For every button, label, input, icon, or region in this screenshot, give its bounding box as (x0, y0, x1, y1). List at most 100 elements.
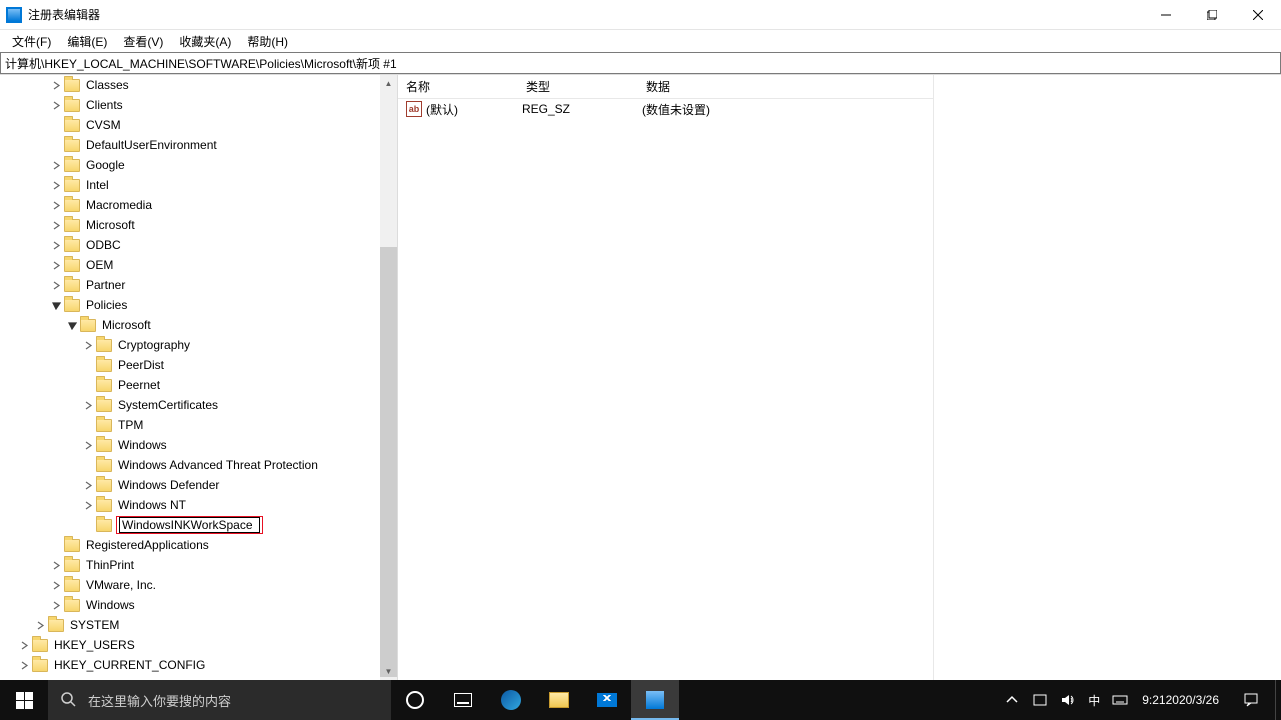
tree-item[interactable]: HKEY_USERS (0, 635, 397, 655)
tree-item-label: TPM (116, 417, 145, 433)
expand-icon[interactable] (80, 337, 96, 353)
clock-time: 9:21 (1142, 694, 1165, 707)
menu-edit[interactable]: 编辑(E) (59, 31, 115, 52)
expand-icon[interactable] (48, 217, 64, 233)
expand-icon[interactable] (48, 97, 64, 113)
expand-icon[interactable] (80, 497, 96, 513)
tree-item-label: Clients (84, 97, 125, 113)
tree-item[interactable]: Windows Defender (0, 475, 397, 495)
expand-icon[interactable] (48, 197, 64, 213)
tree-item[interactable]: PeerDist (0, 355, 397, 375)
collapse-icon[interactable] (64, 317, 80, 333)
menu-view[interactable]: 查看(V) (115, 31, 171, 52)
ime-indicator[interactable]: 中 (1082, 680, 1106, 720)
expand-icon[interactable] (80, 437, 96, 453)
tree-item[interactable]: DefaultUserEnvironment (0, 135, 397, 155)
keyboard-icon[interactable] (1106, 680, 1134, 720)
task-view-button[interactable] (439, 680, 487, 720)
mail-button[interactable] (583, 680, 631, 720)
tree-item-label: Windows Advanced Threat Protection (116, 457, 320, 473)
expand-icon[interactable] (48, 77, 64, 93)
close-button[interactable] (1235, 0, 1281, 30)
scroll-up-arrow[interactable]: ▲ (380, 75, 397, 92)
expand-icon[interactable] (80, 477, 96, 493)
expand-icon[interactable] (48, 257, 64, 273)
expand-icon[interactable] (48, 557, 64, 573)
tree-item[interactable]: ThinPrint (0, 555, 397, 575)
menu-help[interactable]: 帮助(H) (239, 31, 296, 52)
address-bar[interactable]: 计算机\HKEY_LOCAL_MACHINE\SOFTWARE\Policies… (0, 52, 1281, 74)
tree-item[interactable]: HKEY_CURRENT_CONFIG (0, 655, 397, 675)
taskbar-search[interactable]: 在这里输入你要搜的内容 (48, 680, 391, 720)
tree-item-label: Macromedia (84, 197, 154, 213)
tree-item[interactable]: OEM (0, 255, 397, 275)
minimize-button[interactable] (1143, 0, 1189, 30)
expand-icon[interactable] (48, 177, 64, 193)
tree-item[interactable]: Partner (0, 275, 397, 295)
edge-button[interactable] (487, 680, 535, 720)
tree-item[interactable]: Windows NT (0, 495, 397, 515)
expand-icon[interactable] (48, 577, 64, 593)
tree-item[interactable]: CVSM (0, 115, 397, 135)
tree-item[interactable]: Clients (0, 95, 397, 115)
list-row[interactable]: (默认) REG_SZ (数值未设置) (398, 99, 933, 119)
col-name[interactable]: 名称 (398, 75, 518, 98)
expand-icon[interactable] (48, 157, 64, 173)
tree-item[interactable]: Intel (0, 175, 397, 195)
tree-item[interactable]: Microsoft (0, 215, 397, 235)
tree-item[interactable]: TPM (0, 415, 397, 435)
tree-item[interactable]: Windows Advanced Threat Protection (0, 455, 397, 475)
menu-file[interactable]: 文件(F) (4, 31, 59, 52)
col-type[interactable]: 类型 (518, 75, 638, 98)
tree-item[interactable] (0, 515, 397, 535)
tree-item[interactable]: Microsoft (0, 315, 397, 335)
expand-icon[interactable] (48, 597, 64, 613)
cortana-button[interactable] (391, 680, 439, 720)
folder-icon (96, 499, 112, 512)
tree-item-label: SYSTEM (68, 617, 121, 633)
tray-overflow[interactable] (998, 680, 1026, 720)
system-tray: 中 9:21 2020/3/26 (998, 680, 1281, 720)
tree-item[interactable]: SYSTEM (0, 615, 397, 635)
tree-item[interactable]: ODBC (0, 235, 397, 255)
action-center-icon[interactable] (1227, 680, 1275, 720)
tree-item[interactable]: Cryptography (0, 335, 397, 355)
expand-icon[interactable] (48, 237, 64, 253)
tree-item[interactable]: Peernet (0, 375, 397, 395)
scroll-thumb[interactable] (380, 247, 397, 677)
expand-icon[interactable] (80, 397, 96, 413)
tree-item[interactable]: Policies (0, 295, 397, 315)
tree-item[interactable]: RegisteredApplications (0, 535, 397, 555)
app-icon (6, 7, 22, 23)
scroll-down-arrow[interactable]: ▼ (380, 663, 397, 680)
show-desktop-button[interactable] (1275, 680, 1281, 720)
tree-item[interactable]: Macromedia (0, 195, 397, 215)
tree-item-label: Microsoft (84, 217, 137, 233)
tree-item-label: Policies (84, 297, 129, 313)
registry-tree[interactable]: Classes Clients CVSMDefaultUserEnvironment… (0, 75, 397, 675)
tree-item[interactable]: Windows (0, 435, 397, 455)
collapse-icon[interactable] (48, 297, 64, 313)
maximize-button[interactable] (1189, 0, 1235, 30)
file-explorer-button[interactable] (535, 680, 583, 720)
regedit-taskbar-button[interactable] (631, 680, 679, 720)
tree-item[interactable]: SystemCertificates (0, 395, 397, 415)
volume-icon[interactable] (1054, 680, 1082, 720)
renaming-key[interactable] (116, 516, 263, 534)
rename-input[interactable] (119, 517, 260, 533)
expand-icon[interactable] (32, 617, 48, 633)
start-button[interactable] (0, 680, 48, 720)
tree-item[interactable]: Windows (0, 595, 397, 615)
tree-item[interactable]: Google (0, 155, 397, 175)
expand-icon[interactable] (48, 277, 64, 293)
folder-icon (96, 439, 112, 452)
col-data[interactable]: 数据 (638, 75, 933, 98)
expand-icon[interactable] (16, 637, 32, 653)
clock[interactable]: 9:21 2020/3/26 (1134, 680, 1227, 720)
tree-scrollbar[interactable]: ▲ ▼ (380, 75, 397, 680)
expand-icon[interactable] (16, 657, 32, 673)
tree-item[interactable]: VMware, Inc. (0, 575, 397, 595)
tray-app-icon[interactable] (1026, 680, 1054, 720)
menu-favorites[interactable]: 收藏夹(A) (171, 31, 239, 52)
tree-item[interactable]: Classes (0, 75, 397, 95)
